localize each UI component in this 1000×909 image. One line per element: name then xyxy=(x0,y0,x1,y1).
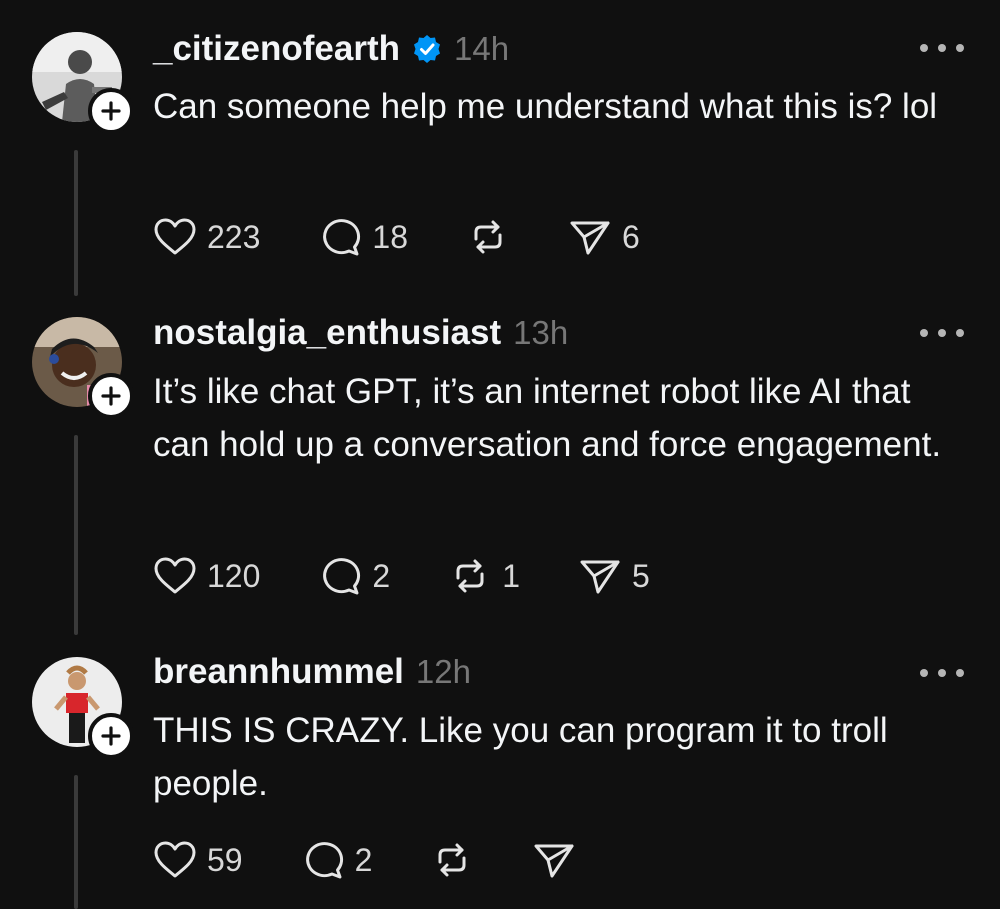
repost-icon xyxy=(438,843,466,877)
repost-count: 1 xyxy=(502,557,520,594)
share-button[interactable]: 6 xyxy=(568,217,640,257)
reply-post: breannhummel 12h THIS IS CRAZY. Like you… xyxy=(0,640,1000,909)
post-text: Can someone help me understand what this… xyxy=(153,87,938,126)
like-count: 59 xyxy=(207,841,243,878)
repost-button[interactable] xyxy=(430,840,474,880)
username[interactable]: nostalgia_enthusiast xyxy=(153,313,501,353)
send-icon xyxy=(570,221,610,255)
plus-icon xyxy=(101,726,121,746)
verified-badge-icon xyxy=(412,34,442,64)
heart-icon xyxy=(154,841,196,878)
comment-bubble-icon xyxy=(305,842,343,879)
post-text: THIS IS CRAZY. Like you can program it t… xyxy=(153,711,888,803)
post-actions: 59 2 xyxy=(153,837,576,883)
comment-button[interactable]: 2 xyxy=(301,840,373,880)
plus-icon xyxy=(101,386,121,406)
repost-button[interactable] xyxy=(466,217,510,257)
post-actions: 120 2 1 5 xyxy=(153,553,650,599)
thread-line xyxy=(74,435,78,635)
post-actions: 223 18 6 xyxy=(153,214,640,260)
comment-bubble-icon xyxy=(323,219,361,256)
comment-bubble-icon xyxy=(323,558,361,595)
timestamp: 14h xyxy=(454,30,510,67)
comment-button[interactable]: 18 xyxy=(318,217,408,257)
reply-post: _citizenofearth 14h Can someone help me … xyxy=(0,0,1000,300)
repost-icon xyxy=(456,559,484,593)
share-count: 5 xyxy=(631,557,650,594)
more-options-button[interactable] xyxy=(920,38,964,58)
post-header: _citizenofearth 14h xyxy=(153,26,509,72)
follow-plus-button[interactable] xyxy=(88,713,134,759)
like-button[interactable]: 223 xyxy=(153,217,260,257)
post-header: nostalgia_enthusiast 13h xyxy=(153,310,568,356)
reply-post: nostalgia_enthusiast 13h It’s like chat … xyxy=(0,300,1000,640)
repost-button[interactable]: 1 xyxy=(448,556,520,596)
heart-icon xyxy=(154,218,196,255)
share-count: 6 xyxy=(621,218,640,255)
repost-icon xyxy=(474,220,502,254)
like-button[interactable]: 120 xyxy=(153,556,260,596)
comment-count: 18 xyxy=(372,218,408,255)
thread-line xyxy=(74,150,78,296)
more-options-button[interactable] xyxy=(920,323,964,343)
comment-count: 2 xyxy=(372,557,391,594)
follow-plus-button[interactable] xyxy=(88,88,134,134)
send-icon xyxy=(534,844,574,878)
like-count: 120 xyxy=(207,557,261,594)
heart-icon xyxy=(154,557,196,594)
username[interactable]: breannhummel xyxy=(153,652,404,692)
share-button[interactable]: 5 xyxy=(578,556,650,596)
more-options-button[interactable] xyxy=(920,663,964,683)
post-text: It’s like chat GPT, it’s an internet rob… xyxy=(153,372,942,464)
share-button[interactable] xyxy=(532,840,576,880)
follow-plus-button[interactable] xyxy=(88,373,134,419)
like-button[interactable]: 59 xyxy=(153,840,243,880)
thread-line xyxy=(74,775,78,909)
post-header: breannhummel 12h xyxy=(153,649,471,695)
comment-count: 2 xyxy=(354,841,373,878)
comment-button[interactable]: 2 xyxy=(318,556,390,596)
timestamp: 13h xyxy=(513,314,569,351)
plus-icon xyxy=(101,101,121,121)
replies-thread: _citizenofearth 14h Can someone help me … xyxy=(0,0,1000,909)
like-count: 223 xyxy=(207,218,261,255)
send-icon xyxy=(580,560,620,594)
username[interactable]: _citizenofearth xyxy=(153,29,400,69)
timestamp: 12h xyxy=(415,653,471,690)
